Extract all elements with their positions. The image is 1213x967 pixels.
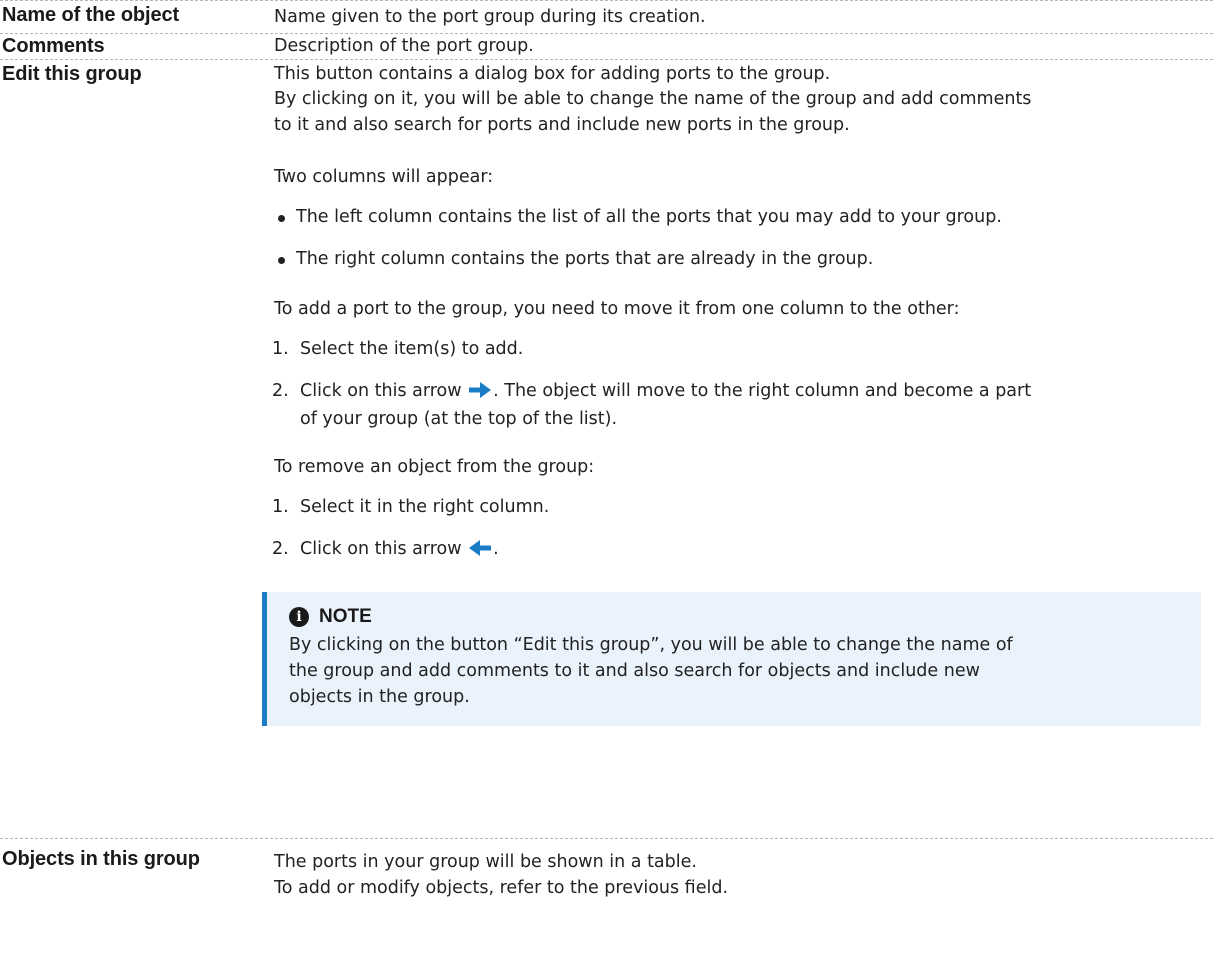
list-item-text: Click on this arrow	[300, 381, 462, 401]
list-number: 2.	[272, 381, 289, 401]
note-text: objects in the group.	[289, 687, 470, 707]
note-title: NOTE	[319, 606, 372, 627]
list-item-text: . The object will move to the right colu…	[493, 381, 1032, 401]
arrow-left-icon	[469, 538, 492, 564]
row-definition: This button contains a dialog box for ad…	[262, 62, 1213, 838]
definition-text: to it and also search for ports and incl…	[274, 115, 850, 135]
list-item-text: The left column contains the list of all…	[296, 207, 1002, 227]
table-row: Edit this group This button contains a d…	[0, 59, 1213, 838]
note-box: i NOTE By clicking on the button “Edit t…	[262, 592, 1201, 726]
add-intro: To add a port to the group, you need to …	[274, 299, 960, 319]
remove-intro: To remove an object from the group:	[274, 457, 595, 477]
list-item-text: .	[493, 539, 499, 559]
list-number: 1.	[272, 497, 289, 517]
list-item: The left column contains the list of all…	[274, 204, 1199, 230]
arrow-right-icon	[469, 380, 492, 406]
row-definition: Name given to the port group during its …	[274, 4, 1213, 33]
definition-text: Description of the port group.	[274, 36, 534, 56]
definition-table: Name of the object Name given to the por…	[0, 0, 1213, 967]
list-item: 2. Click on this arrow . The object will…	[272, 378, 1199, 432]
definition-text: Name given to the port group during its …	[274, 7, 706, 27]
definition-text: The ports in your group will be shown in…	[274, 852, 697, 872]
list-item: 1. Select it in the right column.	[272, 494, 1199, 520]
list-item: 2. Click on this arrow .	[272, 536, 1199, 564]
definition-text: By clicking on it, you will be able to c…	[274, 89, 1032, 109]
list-item-text: The right column contains the ports that…	[296, 249, 874, 269]
row-definition: The ports in your group will be shown in…	[274, 847, 1213, 967]
list-item-text: of your group (at the top of the list).	[300, 409, 618, 429]
list-item: The right column contains the ports that…	[274, 246, 1199, 272]
row-term: Name of the object	[2, 4, 180, 26]
list-item-text: Select it in the right column.	[300, 497, 550, 517]
bullet-icon	[278, 257, 285, 264]
table-row: Comments Description of the port group.	[0, 33, 1213, 59]
bullet-icon	[278, 215, 285, 222]
row-term: Objects in this group	[2, 848, 200, 870]
list-number: 1.	[272, 339, 289, 359]
definition-text: To add or modify objects, refer to the p…	[274, 878, 729, 898]
row-term: Edit this group	[2, 63, 142, 85]
list-item-text: Select the item(s) to add.	[300, 339, 524, 359]
table-row: Objects in this group The ports in your …	[0, 838, 1213, 967]
list-number: 2.	[272, 539, 289, 559]
columns-intro: Two columns will appear:	[274, 167, 494, 187]
note-text: By clicking on the button “Edit this gro…	[289, 635, 1013, 655]
list-item: 1. Select the item(s) to add.	[272, 336, 1199, 362]
row-definition: Description of the port group.	[274, 35, 1213, 59]
table-row: Name of the object Name given to the por…	[0, 0, 1213, 33]
list-item-text: Click on this arrow	[300, 539, 462, 559]
note-header: i NOTE	[289, 606, 1185, 628]
row-term: Comments	[2, 35, 105, 57]
note-text: the group and add comments to it and als…	[289, 661, 980, 681]
definition-text: This button contains a dialog box for ad…	[274, 64, 831, 84]
info-icon: i	[289, 607, 309, 627]
